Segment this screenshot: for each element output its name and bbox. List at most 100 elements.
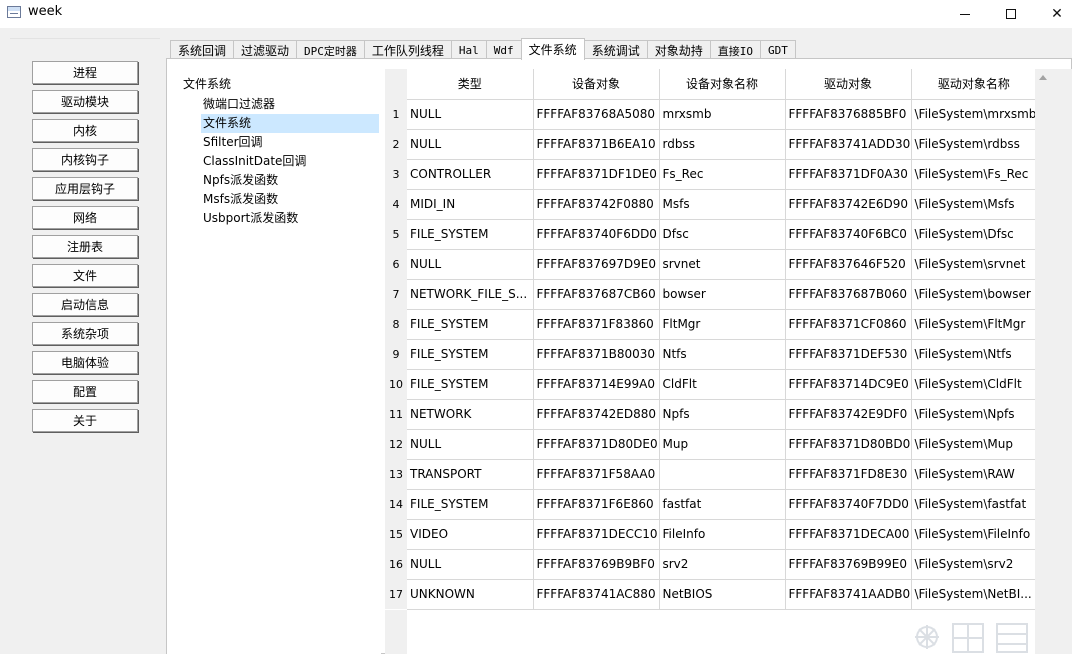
tab-hal[interactable]: Hal [450,40,487,60]
cell-device-object-name: rdbss [659,129,786,160]
nav-button-driver-module[interactable]: 驱动模块 [32,90,138,113]
tree-item-classinitdate[interactable]: ClassInitDate回调 [201,152,379,171]
cell-type: CONTROLLER [407,159,534,190]
tab-dpc-timer[interactable]: DPC定时器 [296,40,365,60]
cell-driver-object-name: \FileSystem\Dfsc [911,219,1038,250]
column-header-type[interactable]: 类型 [407,69,534,100]
nav-button-experience[interactable]: 电脑体验 [32,351,138,374]
cell-driver-object: FFFFAF83769B99E0 [785,549,912,580]
table-row[interactable]: 6 NULL FFFFAF837697D9E0 srvnet FFFFAF837646F… [385,249,1038,280]
column-header-driver-object-name[interactable]: 驱动对象名称 [911,69,1038,100]
tab-object-hijack[interactable]: 对象劫持 [646,40,711,60]
cell-driver-object: FFFFAF8371DECA00 [785,519,912,550]
minimize-icon [960,13,970,15]
cell-device-object-name [659,459,786,490]
cell-type: FILE_SYSTEM [407,369,534,400]
nav-button-user-hook[interactable]: 应用层钩子 [32,177,138,200]
tree-root-file-system[interactable]: 文件系统 [183,75,231,92]
cell-type: FILE_SYSTEM [407,219,534,250]
tab-file-system[interactable]: 文件系统 [520,38,585,60]
nav-button-kernel[interactable]: 内核 [32,119,138,142]
table-row[interactable]: 7 NETWORK_FILE_S... FFFFAF837687CB60 bowser… [385,279,1038,310]
row-number: 14 [385,489,407,519]
cell-driver-object-name: \FileSystem\Fs_Rec [911,159,1038,190]
tab-filter-driver[interactable]: 过滤驱动 [233,40,298,60]
cell-device-object: FFFFAF8371D80DE0 [533,429,660,460]
cell-driver-object: FFFFAF83714DC9E0 [785,369,912,400]
cell-device-object: FFFFAF83769B9BF0 [533,549,660,580]
tab-work-queue-thread[interactable]: 工作队列线程 [363,40,452,60]
table-row[interactable]: 4 MIDI_IN FFFFAF83742F0880 Msfs FFFFAF83742E… [385,189,1038,220]
nav-button-registry[interactable]: 注册表 [32,235,138,258]
table-row[interactable]: 2 NULL FFFFAF8371B6EA10 rdbss FFFFAF83741ADD… [385,129,1038,160]
column-header-device-object-name[interactable]: 设备对象名称 [659,69,786,100]
table-row[interactable]: 10 FILE_SYSTEM FFFFAF83714E99A0 CldFlt FFFFA… [385,369,1038,400]
nav-button-about[interactable]: 关于 [32,409,138,432]
nav-button-config[interactable]: 配置 [32,380,138,403]
nav-button-file[interactable]: 文件 [32,264,138,287]
tab-system-debug[interactable]: 系统调试 [583,40,648,60]
nav-button-process[interactable]: 进程 [32,61,138,84]
row-number: 5 [385,219,407,249]
cell-device-object-name: Npfs [659,399,786,430]
tree-item-sfilter-callback[interactable]: Sfilter回调 [201,133,379,152]
table-row[interactable]: 13 TRANSPORT FFFFAF8371F58AA0 FFFFAF8371FD8… [385,459,1038,490]
cell-device-object: FFFFAF8371F83860 [533,309,660,340]
table-row[interactable]: 16 NULL FFFFAF83769B9BF0 srv2 FFFFAF83769B99… [385,549,1038,580]
cell-device-object-name: Dfsc [659,219,786,250]
tree-item-minifilter[interactable]: 微端口过滤器 [201,95,379,114]
tab-direct-io[interactable]: 直接IO [709,40,761,60]
cell-device-object: FFFFAF8371F58AA0 [533,459,660,490]
tab-wdf[interactable]: Wdf [485,40,522,60]
cell-driver-object: FFFFAF837646F520 [785,249,912,280]
cell-driver-object-name: \FileSystem\mrxsmb [911,99,1038,130]
row-number: 1 [385,99,407,129]
device-table-container: 类型 设备对象 设备对象名称 驱动对象 驱动对象名称 1 NULL FFFFAF83… [385,69,1072,654]
column-header-driver-object[interactable]: 驱动对象 [785,69,912,100]
tab-system-callback[interactable]: 系统回调 [170,40,235,60]
maximize-button[interactable] [988,0,1034,28]
nav-button-misc[interactable]: 系统杂项 [32,322,138,345]
tree-item-npfs-dispatch[interactable]: Npfs派发函数 [201,171,379,190]
nav-button-network[interactable]: 网络 [32,206,138,229]
tab-gdt[interactable]: GDT [759,40,796,60]
close-icon: ✕ [1051,6,1063,22]
nav-button-kernel-hook[interactable]: 内核钩子 [32,148,138,171]
table-row[interactable]: 14 FILE_SYSTEM FFFFAF8371F6E860 fastfat FFFF… [385,489,1038,520]
nav-button-startup[interactable]: 启动信息 [32,293,138,316]
table-row[interactable]: 17 UNKNOWN FFFFAF83741AC880 NetBIOS FFFFAF83… [385,579,1038,610]
cell-device-object: FFFFAF837687CB60 [533,279,660,310]
close-button[interactable]: ✕ [1034,0,1072,28]
cell-device-object: FFFFAF8371B80030 [533,339,660,370]
minimize-button[interactable] [942,0,988,28]
tree-item-file-system[interactable]: 文件系统 [201,114,379,133]
table-vertical-scrollbar[interactable] [1035,69,1052,654]
table-row[interactable]: 5 FILE_SYSTEM FFFFAF83740F6DD0 Dfsc FFFFAF83… [385,219,1038,250]
table-row[interactable]: 3 CONTROLLER FFFFAF8371DF1DE0 Fs_Rec FFFFAF8… [385,159,1038,190]
tree-item-msfs-dispatch[interactable]: Msfs派发函数 [201,190,379,209]
cell-driver-object-name: \FileSystem\Msfs [911,189,1038,220]
table-row[interactable]: 9 FILE_SYSTEM FFFFAF8371B80030 Ntfs FFFFAF83… [385,339,1038,370]
cell-type: NULL [407,129,534,160]
cell-driver-object: FFFFAF837687B060 [785,279,912,310]
table-row[interactable]: 8 FILE_SYSTEM FFFFAF8371F83860 FltMgr FFFFAF… [385,309,1038,340]
cell-driver-object: FFFFAF8371D80BD0 [785,429,912,460]
cell-device-object: FFFFAF8371F6E860 [533,489,660,520]
cell-device-object: FFFFAF837697D9E0 [533,249,660,280]
cell-driver-object-name: \FileSystem\rdbss [911,129,1038,160]
table-row[interactable]: 12 NULL FFFFAF8371D80DE0 Mup FFFFAF8371D80BD… [385,429,1038,460]
cell-device-object-name: fastfat [659,489,786,520]
table-row[interactable]: 11 NETWORK FFFFAF83742ED880 Npfs FFFFAF83742… [385,399,1038,430]
cell-device-object: FFFFAF83740F6DD0 [533,219,660,250]
cell-device-object-name: FileInfo [659,519,786,550]
table-row[interactable]: 1 NULL FFFFAF83768A5080 mrxsmb FFFFAF8376885… [385,99,1038,130]
cell-type: NULL [407,549,534,580]
cell-driver-object-name: \FileSystem\srv2 [911,549,1038,580]
column-header-device-object[interactable]: 设备对象 [533,69,660,100]
cell-device-object: FFFFAF83768A5080 [533,99,660,130]
cell-driver-object-name: \FileSystem\RAW [911,459,1038,490]
table-row[interactable]: 15 VIDEO FFFFAF8371DECC10 FileInfo FFFFAF837… [385,519,1038,550]
cell-device-object-name: NetBIOS [659,579,786,610]
tree-item-usbport-dispatch[interactable]: Usbport派发函数 [201,209,379,228]
scroll-up-arrow-icon[interactable] [1039,75,1047,80]
